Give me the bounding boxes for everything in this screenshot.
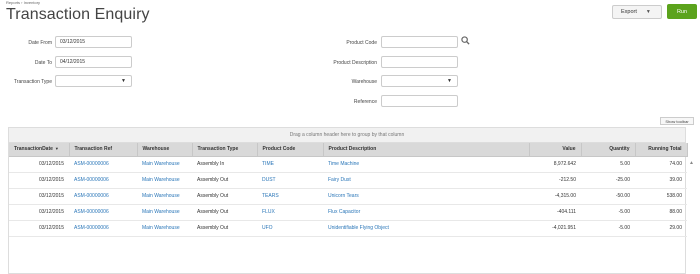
- cell-product-code[interactable]: DUST: [257, 172, 323, 189]
- chevron-down-icon: ▼: [645, 9, 651, 15]
- product-code-label: Product Code: [346, 40, 377, 46]
- cell-value: 8,972.642: [529, 156, 581, 173]
- grid-scrollbar[interactable]: ▲: [687, 158, 697, 274]
- page-title: Transaction Enquiry: [6, 6, 150, 23]
- cell-quantity: -50.00: [581, 188, 635, 205]
- date-from-input[interactable]: 03/12/2015: [55, 36, 132, 48]
- table-header-row: TransactionDate ▼ Transaction Ref Warehou…: [9, 143, 688, 157]
- cell-transaction-type: Assembly Out: [192, 188, 257, 205]
- reference-label: Reference: [353, 99, 377, 105]
- transaction-type-label: Transaction Type: [13, 79, 52, 85]
- table-row[interactable]: 03/12/2015 ASM-00000006 Main Warehouse Asse…: [9, 204, 687, 221]
- group-hint: Drag a column header here to group by th…: [289, 132, 405, 138]
- breadcrumb: Reports › Inventory: [6, 0, 40, 5]
- cell-transaction-ref[interactable]: ASM-00000006: [69, 220, 137, 237]
- warehouse-select[interactable]: ▼: [381, 75, 458, 87]
- export-button[interactable]: Export ▼: [612, 5, 662, 19]
- column-header-value[interactable]: Value: [529, 143, 582, 157]
- column-header-product-code[interactable]: Product Code: [257, 143, 324, 157]
- cell-running-total: 88.00: [635, 204, 687, 221]
- cell-quantity: -25.00: [581, 172, 635, 189]
- cell-value: -404.111: [529, 204, 581, 221]
- cell-product-code[interactable]: UFO: [257, 220, 323, 237]
- cell-warehouse[interactable]: Main Warehouse: [137, 220, 192, 237]
- cell-transaction-date: 03/12/2015: [9, 188, 69, 205]
- warehouse-label: Warehouse: [351, 79, 377, 85]
- cell-product-code[interactable]: TIME: [257, 156, 323, 173]
- group-by-area[interactable]: Drag a column header here to group by th…: [9, 128, 685, 143]
- cell-running-total: 538.00: [635, 188, 687, 205]
- cell-product-code[interactable]: FLUX: [257, 204, 323, 221]
- table-row[interactable]: 03/12/2015 ASM-00000006 Main Warehouse Asse…: [9, 156, 687, 173]
- date-from-label: Date From: [28, 40, 52, 46]
- column-header-warehouse[interactable]: Warehouse: [137, 143, 193, 157]
- cell-value: -4,021.951: [529, 220, 581, 237]
- show-toolbar-button[interactable]: Show toolbar: [660, 117, 694, 125]
- chevron-down-icon: ▼: [121, 78, 126, 84]
- column-header-product-description[interactable]: Product Description: [323, 143, 530, 157]
- cell-warehouse[interactable]: Main Warehouse: [137, 188, 192, 205]
- column-header-quantity[interactable]: Quantity: [581, 143, 636, 157]
- cell-quantity: 5.00: [581, 156, 635, 173]
- search-icon[interactable]: [461, 36, 470, 47]
- cell-value: -4,315.00: [529, 188, 581, 205]
- cell-transaction-type: Assembly Out: [192, 172, 257, 189]
- date-to-label: Date To: [34, 60, 52, 66]
- scroll-up-icon[interactable]: ▲: [689, 160, 694, 166]
- cell-transaction-date: 03/12/2015: [9, 172, 69, 189]
- cell-running-total: 39.00: [635, 172, 687, 189]
- cell-warehouse[interactable]: Main Warehouse: [137, 156, 192, 173]
- breadcrumb-parent[interactable]: Reports: [6, 0, 20, 5]
- cell-transaction-ref[interactable]: ASM-00000006: [69, 204, 137, 221]
- column-header-transaction-ref[interactable]: Transaction Ref: [69, 143, 138, 157]
- cell-product-description[interactable]: Fairy Dust: [323, 172, 529, 189]
- transaction-type-select[interactable]: ▼: [55, 75, 132, 87]
- cell-value: -212.50: [529, 172, 581, 189]
- column-header-transaction-type[interactable]: Transaction Type: [192, 143, 258, 157]
- product-description-label: Product Description: [333, 60, 377, 66]
- transactions-grid: Drag a column header here to group by th…: [8, 127, 688, 274]
- cell-product-description[interactable]: Unidentifiable Flying Object: [323, 220, 529, 237]
- chevron-down-icon: ▼: [447, 78, 452, 84]
- cell-transaction-type: Assembly In: [192, 156, 257, 173]
- breadcrumb-current[interactable]: Inventory: [24, 0, 40, 5]
- cell-warehouse[interactable]: Main Warehouse: [137, 204, 192, 221]
- product-description-input[interactable]: [381, 56, 458, 68]
- cell-transaction-type: Assembly Out: [192, 204, 257, 221]
- cell-warehouse[interactable]: Main Warehouse: [137, 172, 192, 189]
- run-button[interactable]: Run: [667, 4, 697, 19]
- export-label: Export: [621, 9, 637, 15]
- cell-transaction-ref[interactable]: ASM-00000006: [69, 188, 137, 205]
- cell-transaction-ref[interactable]: ASM-00000006: [69, 172, 137, 189]
- cell-transaction-date: 03/12/2015: [9, 204, 69, 221]
- column-header-running-total[interactable]: Running Total: [635, 143, 688, 157]
- cell-transaction-date: 03/12/2015: [9, 156, 69, 173]
- cell-transaction-date: 03/12/2015: [9, 220, 69, 237]
- cell-product-description[interactable]: Flux Capacitor: [323, 204, 529, 221]
- transactions-table: TransactionDate ▼ Transaction Ref Warehou…: [9, 143, 688, 237]
- cell-product-description[interactable]: Time Machine: [323, 156, 529, 173]
- cell-running-total: 29.00: [635, 220, 687, 237]
- cell-transaction-type: Assembly Out: [192, 220, 257, 237]
- reference-input[interactable]: [381, 95, 458, 107]
- cell-quantity: -5.00: [581, 204, 635, 221]
- table-row[interactable]: 03/12/2015 ASM-00000006 Main Warehouse Asse…: [9, 220, 687, 237]
- cell-transaction-ref[interactable]: ASM-00000006: [69, 156, 137, 173]
- cell-running-total: 74.00: [635, 156, 687, 173]
- cell-product-description[interactable]: Unicorn Tears: [323, 188, 529, 205]
- column-header-transaction-date[interactable]: TransactionDate ▼: [9, 143, 70, 157]
- table-row[interactable]: 03/12/2015 ASM-00000006 Main Warehouse Asse…: [9, 188, 687, 205]
- sort-desc-icon: ▼: [54, 146, 59, 152]
- product-code-input[interactable]: [381, 36, 458, 48]
- date-to-input[interactable]: 04/12/2015: [55, 56, 132, 68]
- cell-product-code[interactable]: TEARS: [257, 188, 323, 205]
- cell-quantity: -5.00: [581, 220, 635, 237]
- table-row[interactable]: 03/12/2015 ASM-00000006 Main Warehouse Asse…: [9, 172, 687, 189]
